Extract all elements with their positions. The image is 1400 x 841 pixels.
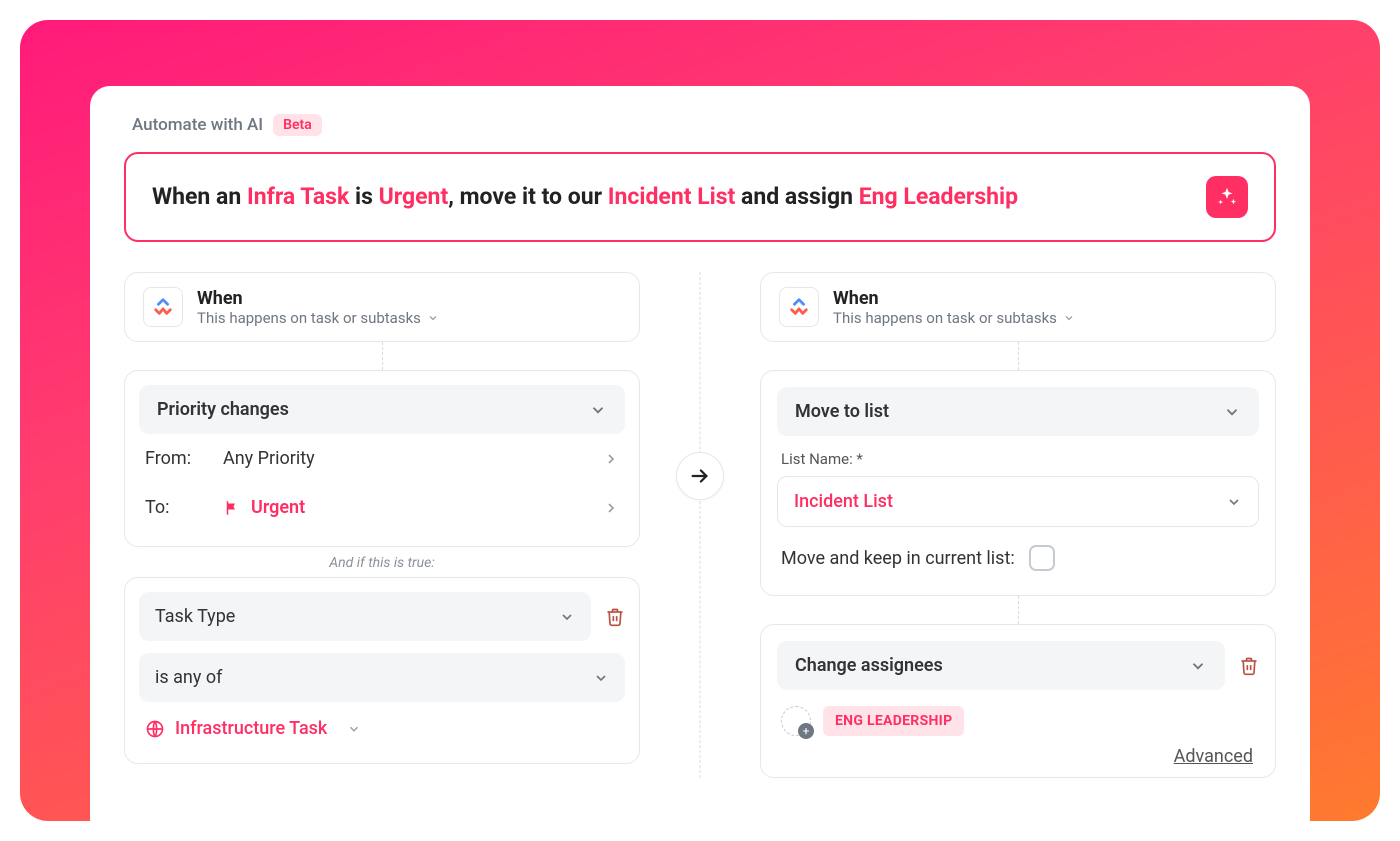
when-title: When [833,288,1075,309]
flow-arrow [676,452,724,500]
trigger-config-card: Priority changes From: Any Priority To: [124,370,640,547]
when-title: When [197,288,439,309]
generate-button[interactable] [1206,176,1248,218]
header-title: Automate with AI [132,115,263,135]
delete-condition-button[interactable] [605,607,625,627]
ai-prompt-input[interactable]: When an Infra Task is Urgent, move it to… [124,152,1276,242]
globe-icon [145,719,165,739]
keep-in-list-label: Move and keep in current list: [781,548,1015,569]
chevron-right-icon [603,451,619,467]
condition-field-select[interactable]: Task Type [139,592,591,641]
list-name-label: List Name: * [781,450,1259,468]
action-type-select[interactable]: Change assignees [777,641,1225,690]
chevron-down-icon [1226,494,1242,510]
trash-icon [1239,656,1259,676]
beta-badge: Beta [273,114,322,136]
priority-to-select[interactable]: To: Urgent [139,483,625,532]
column-divider [700,272,701,778]
chevron-down-icon [1223,403,1241,421]
ai-prompt-text: When an Infra Task is Urgent, move it to… [152,181,1018,212]
assignee-chip[interactable]: ENG LEADERSHIP [823,706,964,736]
when-scope-select[interactable]: This happens on task or subtasks [833,309,1075,327]
trash-icon [605,607,625,627]
app-logo [779,287,819,327]
automation-panel: Automate with AI Beta When an Infra Task… [90,86,1310,821]
priority-from-select[interactable]: From: Any Priority [139,434,625,483]
move-list-action-card: Move to list List Name: * Incident List … [760,370,1276,596]
chevron-down-icon [347,722,361,736]
keep-in-list-checkbox[interactable] [1029,545,1055,571]
when-action-card[interactable]: When This happens on task or subtasks [760,272,1276,342]
advanced-link[interactable]: Advanced [777,736,1259,767]
condition-card: Task Type is any of [124,577,640,764]
condition-value-select[interactable]: Infrastructure Task [139,708,625,749]
assignees-action-card: Change assignees ENG LEADERSHIP Advanced [760,624,1276,778]
chevron-right-icon [603,500,619,516]
clickup-logo-icon [152,296,174,318]
trigger-type-select[interactable]: Priority changes [139,385,625,434]
when-trigger-card[interactable]: When This happens on task or subtasks [124,272,640,342]
chevron-down-icon [593,670,609,686]
chevron-down-icon [589,401,607,419]
clickup-logo-icon [788,296,810,318]
delete-action-button[interactable] [1239,656,1259,676]
chevron-down-icon [427,312,439,324]
chevron-down-icon [559,609,575,625]
chevron-down-icon [1189,657,1207,675]
app-logo [143,287,183,327]
action-type-select[interactable]: Move to list [777,387,1259,436]
condition-caption: And if this is true: [124,547,640,577]
arrow-right-icon [689,465,711,487]
when-scope-select[interactable]: This happens on task or subtasks [197,309,439,327]
list-name-select[interactable]: Incident List [777,476,1259,527]
chevron-down-icon [1063,312,1075,324]
panel-header: Automate with AI Beta [132,114,1276,136]
condition-op-select[interactable]: is any of [139,653,625,702]
add-assignee-button[interactable] [781,706,811,736]
flag-icon [223,499,241,517]
sparkle-icon [1216,186,1238,208]
